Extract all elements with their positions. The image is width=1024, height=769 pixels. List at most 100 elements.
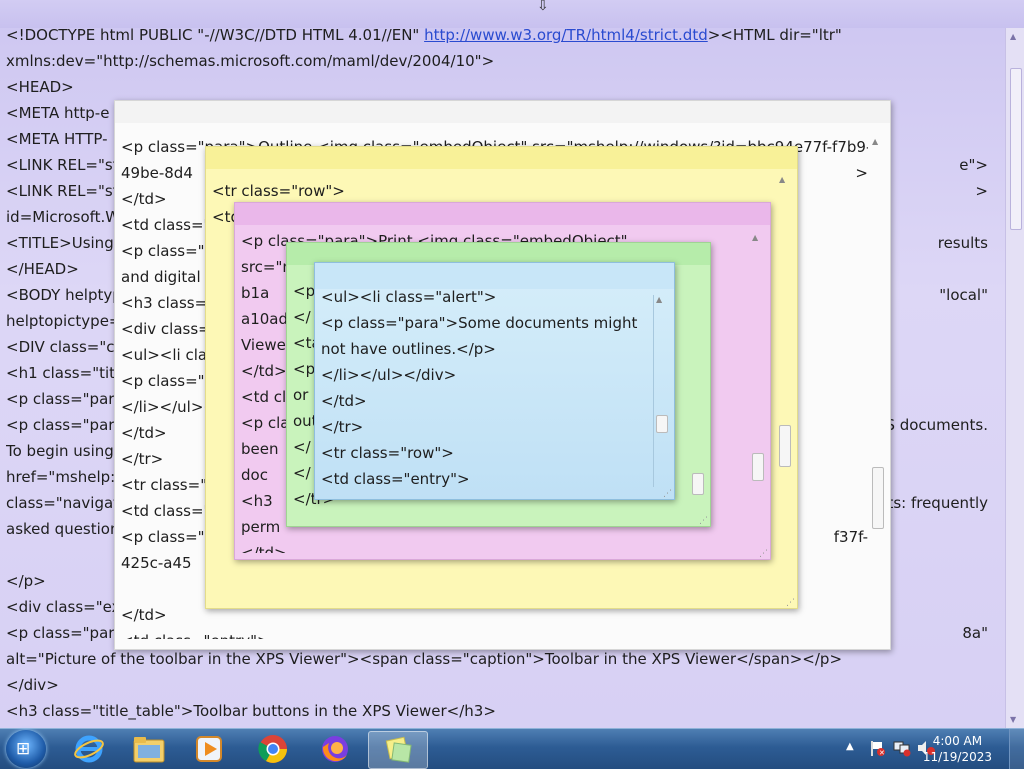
code-line: </HEAD> xyxy=(6,256,79,282)
note-scrollbar[interactable]: ▲ xyxy=(653,295,668,487)
resize-grip-icon[interactable]: ⋰ xyxy=(786,598,795,608)
code-line: <p class="para xyxy=(6,386,124,412)
action-center-flag-icon[interactable]: ✕ xyxy=(868,739,886,757)
windows-logo-icon: ⊞ xyxy=(16,739,31,759)
note-line: <tr class="row"> xyxy=(212,182,345,200)
note-line: <p class="p xyxy=(121,528,215,546)
note-line: perm xyxy=(241,518,281,536)
note-line: </ xyxy=(293,308,311,326)
code-line-text: <BODY helptyp xyxy=(6,286,122,304)
code-line: <!DOCTYPE html PUBLIC "-//W3C//DTD HTML … xyxy=(6,22,842,48)
code-line: <LINK REL="st xyxy=(6,152,119,178)
note-line: </td> xyxy=(321,392,367,410)
taskbar-media-player[interactable] xyxy=(180,731,238,767)
code-line: <p class="para xyxy=(6,620,124,646)
note-line: </td> xyxy=(121,190,167,208)
resize-grip-icon[interactable]: ⋰ xyxy=(759,549,768,559)
note-scrollbar[interactable] xyxy=(690,273,704,513)
chrome-icon xyxy=(258,735,287,763)
firefox-icon xyxy=(322,736,348,762)
explorer-icon xyxy=(133,737,165,763)
resize-grip-icon[interactable]: ⋰ xyxy=(699,516,708,526)
background-scrollbar[interactable]: ▲ ▼ xyxy=(1005,28,1024,728)
code-line-text: <h3 class="title_table">Toolbar buttons … xyxy=(6,702,496,720)
code-line-text: href="mshelp:/ xyxy=(6,468,121,486)
taskbar-sticky-notes[interactable] xyxy=(368,731,428,769)
note-line: </td> xyxy=(241,544,287,553)
code-line-text: <HEAD> xyxy=(6,78,74,96)
note-line: <ul><li clas xyxy=(121,346,215,364)
code-line: <p class="para xyxy=(6,412,124,438)
scroll-down-icon[interactable]: ▼ xyxy=(1010,715,1016,724)
code-line-text: <LINK REL="st xyxy=(6,156,119,174)
note-line: </li></ul></div> xyxy=(212,594,347,598)
code-line-text: <LINK REL="st xyxy=(6,182,119,200)
code-line-text: <DIV class="co xyxy=(6,338,124,356)
code-line: <h1 class="title xyxy=(6,360,128,386)
code-line-text: id=Microsoft.W xyxy=(6,208,121,226)
code-line-text: alt="Picture of the toolbar in the XPS V… xyxy=(6,650,843,668)
code-line-right: results xyxy=(937,234,988,252)
note-line: 49be-8d4 xyxy=(121,164,193,182)
sticky-note-blue[interactable]: <ul><li class="alert"> <p class="para">So… xyxy=(314,262,675,500)
show-desktop-button[interactable] xyxy=(1009,729,1024,769)
note-scrollbar[interactable]: ▲ xyxy=(870,137,884,637)
note-line: a10ad xyxy=(241,310,288,328)
code-link[interactable]: http://www.w3.org/TR/html4/strict.dtd xyxy=(424,26,708,44)
show-hidden-icons-icon[interactable]: ▲ xyxy=(846,741,854,752)
mouse-cursor-icon: ⇩ xyxy=(537,0,549,14)
code-line-text: </p> xyxy=(6,572,46,590)
note-line: </td> xyxy=(241,362,287,380)
note-line: <p class="para">Some documents might xyxy=(321,314,638,332)
note-line: </ xyxy=(293,464,311,482)
note-header[interactable] xyxy=(235,203,770,225)
code-line: </p> xyxy=(6,568,46,594)
note-header[interactable] xyxy=(206,147,797,169)
note-scrollbar[interactable]: ▲ xyxy=(750,233,764,543)
code-line-text: <h1 class="title xyxy=(6,364,129,382)
note-line: doc xyxy=(241,466,268,484)
code-line: <TITLE>Using xyxy=(6,230,114,256)
code-line-text: </HEAD> xyxy=(6,260,79,278)
resize-grip-icon[interactable]: ⋰ xyxy=(663,489,672,499)
note-line: or xyxy=(293,386,309,404)
note-line: </td> xyxy=(121,424,167,442)
code-line: id=Microsoft.W xyxy=(6,204,120,230)
note-header[interactable] xyxy=(115,101,890,123)
note-line: <ul><li class="alert"> xyxy=(321,288,497,306)
scroll-up-icon[interactable]: ▲ xyxy=(1010,32,1016,41)
ie-icon xyxy=(74,735,104,763)
note-line: <h3 class=" xyxy=(121,294,215,312)
note-line: and digital xyxy=(121,268,201,286)
sticky-notes-icon xyxy=(385,736,412,763)
code-line-tail: ><HTML dir="ltr" xyxy=(707,26,842,44)
note-line: <div class= xyxy=(121,320,211,338)
code-line-right: ts: frequently xyxy=(887,494,988,512)
code-line-text: helptopictype= xyxy=(6,312,122,330)
code-line-right: S documents. xyxy=(885,416,988,434)
start-button[interactable]: ⊞ xyxy=(6,730,46,768)
code-line: <h3 class="title_table">Toolbar buttons … xyxy=(6,698,496,724)
note-line: <p cla xyxy=(241,414,290,432)
code-line: To begin using xyxy=(6,438,114,464)
note-line: <p xyxy=(293,282,316,300)
code-line: </div> xyxy=(6,672,59,698)
note-line: b1a xyxy=(241,284,270,302)
svg-text:✕: ✕ xyxy=(879,749,885,757)
note-line-right: f37f- xyxy=(833,528,868,546)
taskbar-explorer[interactable] xyxy=(120,731,178,767)
code-line-text: <p class="para xyxy=(6,390,124,408)
taskbar-firefox[interactable] xyxy=(306,731,364,767)
system-tray: ▲ ✕ 4:00 AM 11/19/2023 xyxy=(834,729,1024,769)
note-line: Viewe xyxy=(241,336,286,354)
taskbar-ie[interactable] xyxy=(60,731,118,767)
note-line: </li></ul>< xyxy=(121,398,216,416)
clock[interactable]: 4:00 AM 11/19/2023 xyxy=(923,733,992,765)
network-icon[interactable] xyxy=(892,739,912,757)
note-text[interactable]: <ul><li class="alert"> <p class="para">So… xyxy=(321,284,652,490)
taskbar-chrome[interactable] xyxy=(244,731,302,767)
code-line: class="navigati xyxy=(6,490,123,516)
scroll-thumb[interactable] xyxy=(1010,68,1022,230)
code-line: <META HTTP- xyxy=(6,126,107,152)
note-scrollbar[interactable]: ▲ xyxy=(777,175,791,595)
